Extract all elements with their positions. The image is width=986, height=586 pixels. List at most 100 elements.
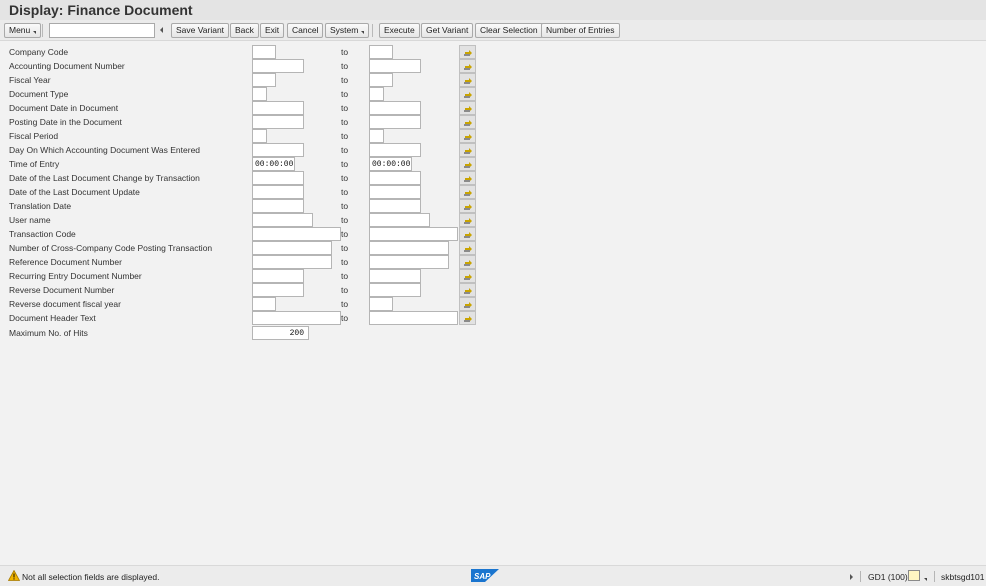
last-change-date-from-input[interactable]	[252, 171, 304, 185]
command-field[interactable]	[49, 23, 155, 38]
transaction-code-to-input[interactable]	[369, 227, 458, 241]
last-update-date-to-input[interactable]	[369, 185, 421, 199]
multiple-selection-button[interactable]	[459, 115, 476, 129]
title-bar: Display: Finance Document	[0, 0, 986, 20]
multiple-selection-icon	[464, 302, 472, 308]
multiple-selection-button[interactable]	[459, 101, 476, 115]
dropdown-arrow-icon	[33, 31, 37, 34]
reverse-document-number-from-input[interactable]	[252, 283, 304, 297]
field-label: Transaction Code	[9, 229, 76, 239]
status-expand-icon[interactable]	[850, 574, 853, 580]
menu-button[interactable]: Menu	[4, 23, 42, 38]
transaction-code-from-input[interactable]	[252, 227, 341, 241]
document-type-to-input[interactable]	[369, 87, 384, 101]
reference-document-number-from-input[interactable]	[252, 255, 332, 269]
fiscal-period-from-input[interactable]	[252, 129, 267, 143]
system-menu-button[interactable]: System	[325, 23, 370, 38]
user-name-from-input[interactable]	[252, 213, 313, 227]
cross-company-code-to-input[interactable]	[369, 241, 449, 255]
document-header-text-from-input[interactable]	[252, 311, 341, 325]
last-update-date-from-input[interactable]	[252, 185, 304, 199]
selection-row-translation-date: Translation Date to	[0, 199, 986, 213]
time-of-entry-to-input[interactable]	[369, 157, 412, 171]
back-button[interactable]: Back	[230, 23, 259, 38]
cancel-button[interactable]: Cancel	[287, 23, 324, 38]
multiple-selection-button[interactable]	[459, 73, 476, 87]
selection-row-fiscal-year: Fiscal Year to	[0, 73, 986, 87]
accounting-document-number-to-input[interactable]	[369, 59, 421, 73]
translation-date-to-input[interactable]	[369, 199, 421, 213]
to-label: to	[341, 299, 349, 309]
document-header-text-to-input[interactable]	[369, 311, 458, 325]
to-label: to	[341, 131, 349, 141]
document-date-to-input[interactable]	[369, 101, 421, 115]
field-label: Date of the Last Document Update	[9, 187, 140, 197]
field-label: Recurring Entry Document Number	[9, 271, 142, 281]
warning-icon	[8, 570, 20, 581]
number-of-entries-button[interactable]: Number of Entries	[541, 23, 620, 38]
status-bar: Not all selection fields are displayed. …	[0, 565, 986, 586]
field-label: Number of Cross-Company Code Posting Tra…	[9, 243, 213, 253]
multiple-selection-button[interactable]	[459, 283, 476, 297]
entry-day-to-input[interactable]	[369, 143, 421, 157]
exit-button[interactable]: Exit	[260, 23, 285, 38]
system-info[interactable]: GD1 (100)	[868, 572, 908, 582]
save-variant-button[interactable]: Save Variant	[171, 23, 230, 38]
multiple-selection-button[interactable]	[459, 129, 476, 143]
multiple-selection-button[interactable]	[459, 255, 476, 269]
company-code-from-input[interactable]	[252, 45, 276, 59]
system-status-icon[interactable]	[908, 570, 920, 581]
dropdown-arrow-icon[interactable]	[924, 578, 927, 581]
to-label: to	[341, 313, 349, 323]
reverse-document-number-to-input[interactable]	[369, 283, 421, 297]
multiple-selection-icon	[464, 50, 472, 56]
status-message[interactable]: Not all selection fields are displayed.	[22, 572, 160, 582]
field-label: Fiscal Year	[9, 75, 51, 85]
translation-date-from-input[interactable]	[252, 199, 304, 213]
recurring-entry-document-number-from-input[interactable]	[252, 269, 304, 283]
clear-selection-button[interactable]: Clear Selection	[475, 23, 543, 38]
posting-date-to-input[interactable]	[369, 115, 421, 129]
svg-text:SAP: SAP	[474, 572, 491, 581]
multiple-selection-button[interactable]	[459, 45, 476, 59]
recurring-entry-document-number-to-input[interactable]	[369, 269, 421, 283]
multiple-selection-button[interactable]	[459, 269, 476, 283]
entry-day-from-input[interactable]	[252, 143, 304, 157]
last-change-date-to-input[interactable]	[369, 171, 421, 185]
reference-document-number-to-input[interactable]	[369, 255, 449, 269]
accounting-document-number-from-input[interactable]	[252, 59, 304, 73]
multiple-selection-button[interactable]	[459, 157, 476, 171]
reverse-document-fiscal-year-to-input[interactable]	[369, 297, 393, 311]
multiple-selection-button[interactable]	[459, 297, 476, 311]
posting-date-from-input[interactable]	[252, 115, 304, 129]
maximum-hits-input[interactable]	[252, 326, 309, 340]
multiple-selection-button[interactable]	[459, 241, 476, 255]
system-menu-label: System	[330, 25, 359, 35]
get-variant-button[interactable]: Get Variant	[421, 23, 474, 38]
multiple-selection-button[interactable]	[459, 199, 476, 213]
execute-button[interactable]: Execute	[379, 23, 420, 38]
multiple-selection-button[interactable]	[459, 87, 476, 101]
multiple-selection-button[interactable]	[459, 311, 476, 325]
fiscal-year-to-input[interactable]	[369, 73, 393, 87]
multiple-selection-button[interactable]	[459, 185, 476, 199]
cross-company-code-from-input[interactable]	[252, 241, 332, 255]
document-type-from-input[interactable]	[252, 87, 267, 101]
multiple-selection-button[interactable]	[459, 171, 476, 185]
multiple-selection-icon	[464, 106, 472, 112]
company-code-to-input[interactable]	[369, 45, 393, 59]
time-of-entry-from-input[interactable]	[252, 157, 295, 171]
reverse-document-fiscal-year-from-input[interactable]	[252, 297, 276, 311]
sap-logo-icon: SAP	[471, 569, 499, 582]
fiscal-year-from-input[interactable]	[252, 73, 276, 87]
multiple-selection-button[interactable]	[459, 227, 476, 241]
user-name-to-input[interactable]	[369, 213, 430, 227]
server-name: skbtsgd101	[941, 572, 985, 582]
multiple-selection-button[interactable]	[459, 59, 476, 73]
fiscal-period-to-input[interactable]	[369, 129, 384, 143]
command-history-icon[interactable]	[160, 27, 163, 33]
multiple-selection-button[interactable]	[459, 143, 476, 157]
multiple-selection-button[interactable]	[459, 213, 476, 227]
selection-row-reverse-document-fiscal-year: Reverse document fiscal year to	[0, 297, 986, 311]
document-date-from-input[interactable]	[252, 101, 304, 115]
